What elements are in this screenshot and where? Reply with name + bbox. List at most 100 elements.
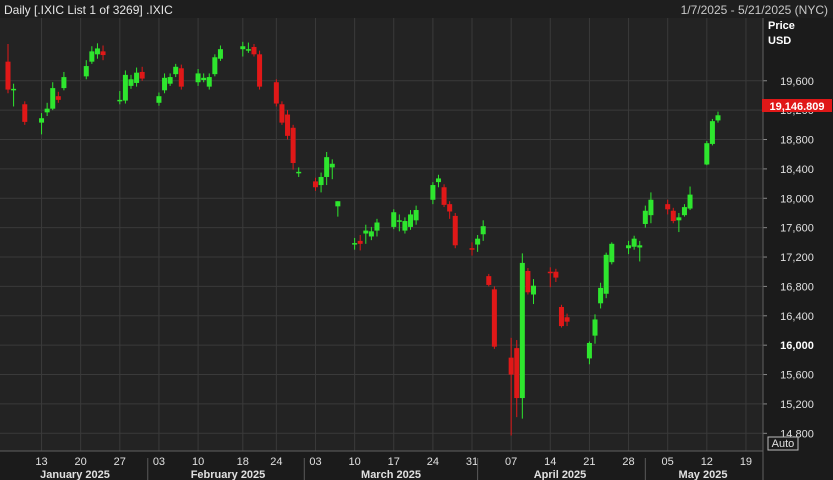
candle-body [368, 231, 374, 237]
candle-body [312, 181, 318, 188]
candle-body [469, 248, 475, 250]
x-tick-label: 12 [701, 456, 713, 468]
x-tick-label: 21 [583, 456, 595, 468]
candle-body [201, 77, 207, 81]
candle-body [134, 72, 140, 83]
x-tick-label: 07 [505, 456, 517, 468]
candle-body [335, 201, 341, 207]
month-label: March 2025 [361, 469, 421, 480]
candle-body [318, 176, 324, 186]
candle-body [100, 51, 106, 56]
candle-body [715, 115, 721, 121]
candle-body [273, 82, 279, 104]
candle-body [55, 96, 61, 100]
y-tick-label: 17,200 [780, 252, 814, 264]
month-label: January 2025 [40, 469, 110, 480]
candlestick-chart[interactable]: 14,80015,20015,60016,00016,40016,80017,2… [0, 0, 833, 480]
candle-body [5, 61, 11, 90]
candle-body [22, 104, 28, 122]
x-tick-label: 05 [662, 456, 674, 468]
candle-body [83, 66, 89, 77]
candle-body [212, 57, 218, 75]
candle-body [687, 194, 693, 209]
x-tick-label: 20 [75, 456, 87, 468]
month-label: February 2025 [191, 469, 266, 480]
candle-body [61, 77, 67, 89]
candle-body [413, 210, 419, 221]
candle-body [128, 79, 134, 86]
candle-body [50, 88, 56, 109]
candle-body [508, 357, 514, 375]
candle-body [447, 204, 453, 212]
candle-body [609, 243, 615, 263]
candle-body [519, 262, 525, 399]
candle-body [648, 199, 654, 216]
candle-body [296, 171, 302, 174]
candle-body [547, 271, 553, 274]
currency-label: USD [768, 35, 791, 47]
candle-body [558, 306, 564, 327]
candle-body [681, 207, 687, 216]
candle-body [173, 66, 179, 75]
candle-body [39, 118, 45, 123]
x-tick-label: 27 [114, 456, 126, 468]
candle-body [525, 270, 531, 293]
candle-body [206, 77, 212, 87]
candle-body [408, 214, 414, 227]
candle-body [195, 73, 201, 83]
candle-body [139, 71, 145, 79]
candle-body [642, 210, 648, 224]
candle-body [251, 46, 257, 55]
x-tick-label: 03 [309, 456, 321, 468]
candle-body [329, 163, 335, 168]
candle-body [245, 49, 251, 51]
candle-body [94, 48, 100, 55]
price-axis-title: Price [768, 20, 795, 32]
candle-body [279, 104, 285, 123]
candle-body [592, 319, 598, 336]
candle-body [396, 220, 402, 222]
y-tick-label: 15,200 [780, 399, 814, 411]
candle-body [240, 46, 246, 50]
candle-body [402, 221, 408, 231]
auto-scale-label: Auto [772, 438, 795, 450]
y-tick-label: 16,400 [780, 311, 814, 323]
candle-body [391, 212, 397, 227]
candle-body [665, 204, 671, 210]
candle-body [670, 210, 676, 222]
candle-body [117, 99, 123, 102]
candle-body [586, 342, 592, 359]
x-tick-label: 19 [740, 456, 752, 468]
candle-body [709, 121, 715, 144]
candle-body [167, 77, 173, 84]
candle-body [631, 238, 637, 247]
y-tick-label: 16,800 [780, 281, 814, 293]
x-tick-label: 31 [466, 456, 478, 468]
candle-body [285, 114, 291, 136]
x-tick-label: 10 [192, 456, 204, 468]
candle-body [357, 240, 363, 244]
x-tick-label: 17 [388, 456, 400, 468]
y-tick-label: 15,600 [780, 370, 814, 382]
x-tick-label: 10 [348, 456, 360, 468]
candle-body [363, 230, 369, 234]
x-tick-label: 24 [427, 456, 439, 468]
plot-area[interactable] [0, 18, 763, 451]
candle-body [374, 222, 380, 231]
x-tick-label: 14 [544, 456, 556, 468]
last-price-label: 19,146.809 [769, 101, 824, 113]
candle-body [480, 226, 486, 235]
candle-body [626, 245, 632, 249]
month-label: May 2025 [679, 469, 728, 480]
candle-body [491, 289, 497, 347]
candle-body [553, 271, 559, 278]
candle-body [486, 276, 492, 285]
candle-body [11, 88, 17, 91]
x-tick-label: 13 [35, 456, 47, 468]
candle-body [178, 68, 184, 87]
y-tick-label: 19,600 [780, 76, 814, 88]
candle-body [531, 285, 537, 295]
candle-body [324, 157, 330, 177]
candle-body [452, 215, 458, 246]
candle-body [704, 143, 710, 165]
